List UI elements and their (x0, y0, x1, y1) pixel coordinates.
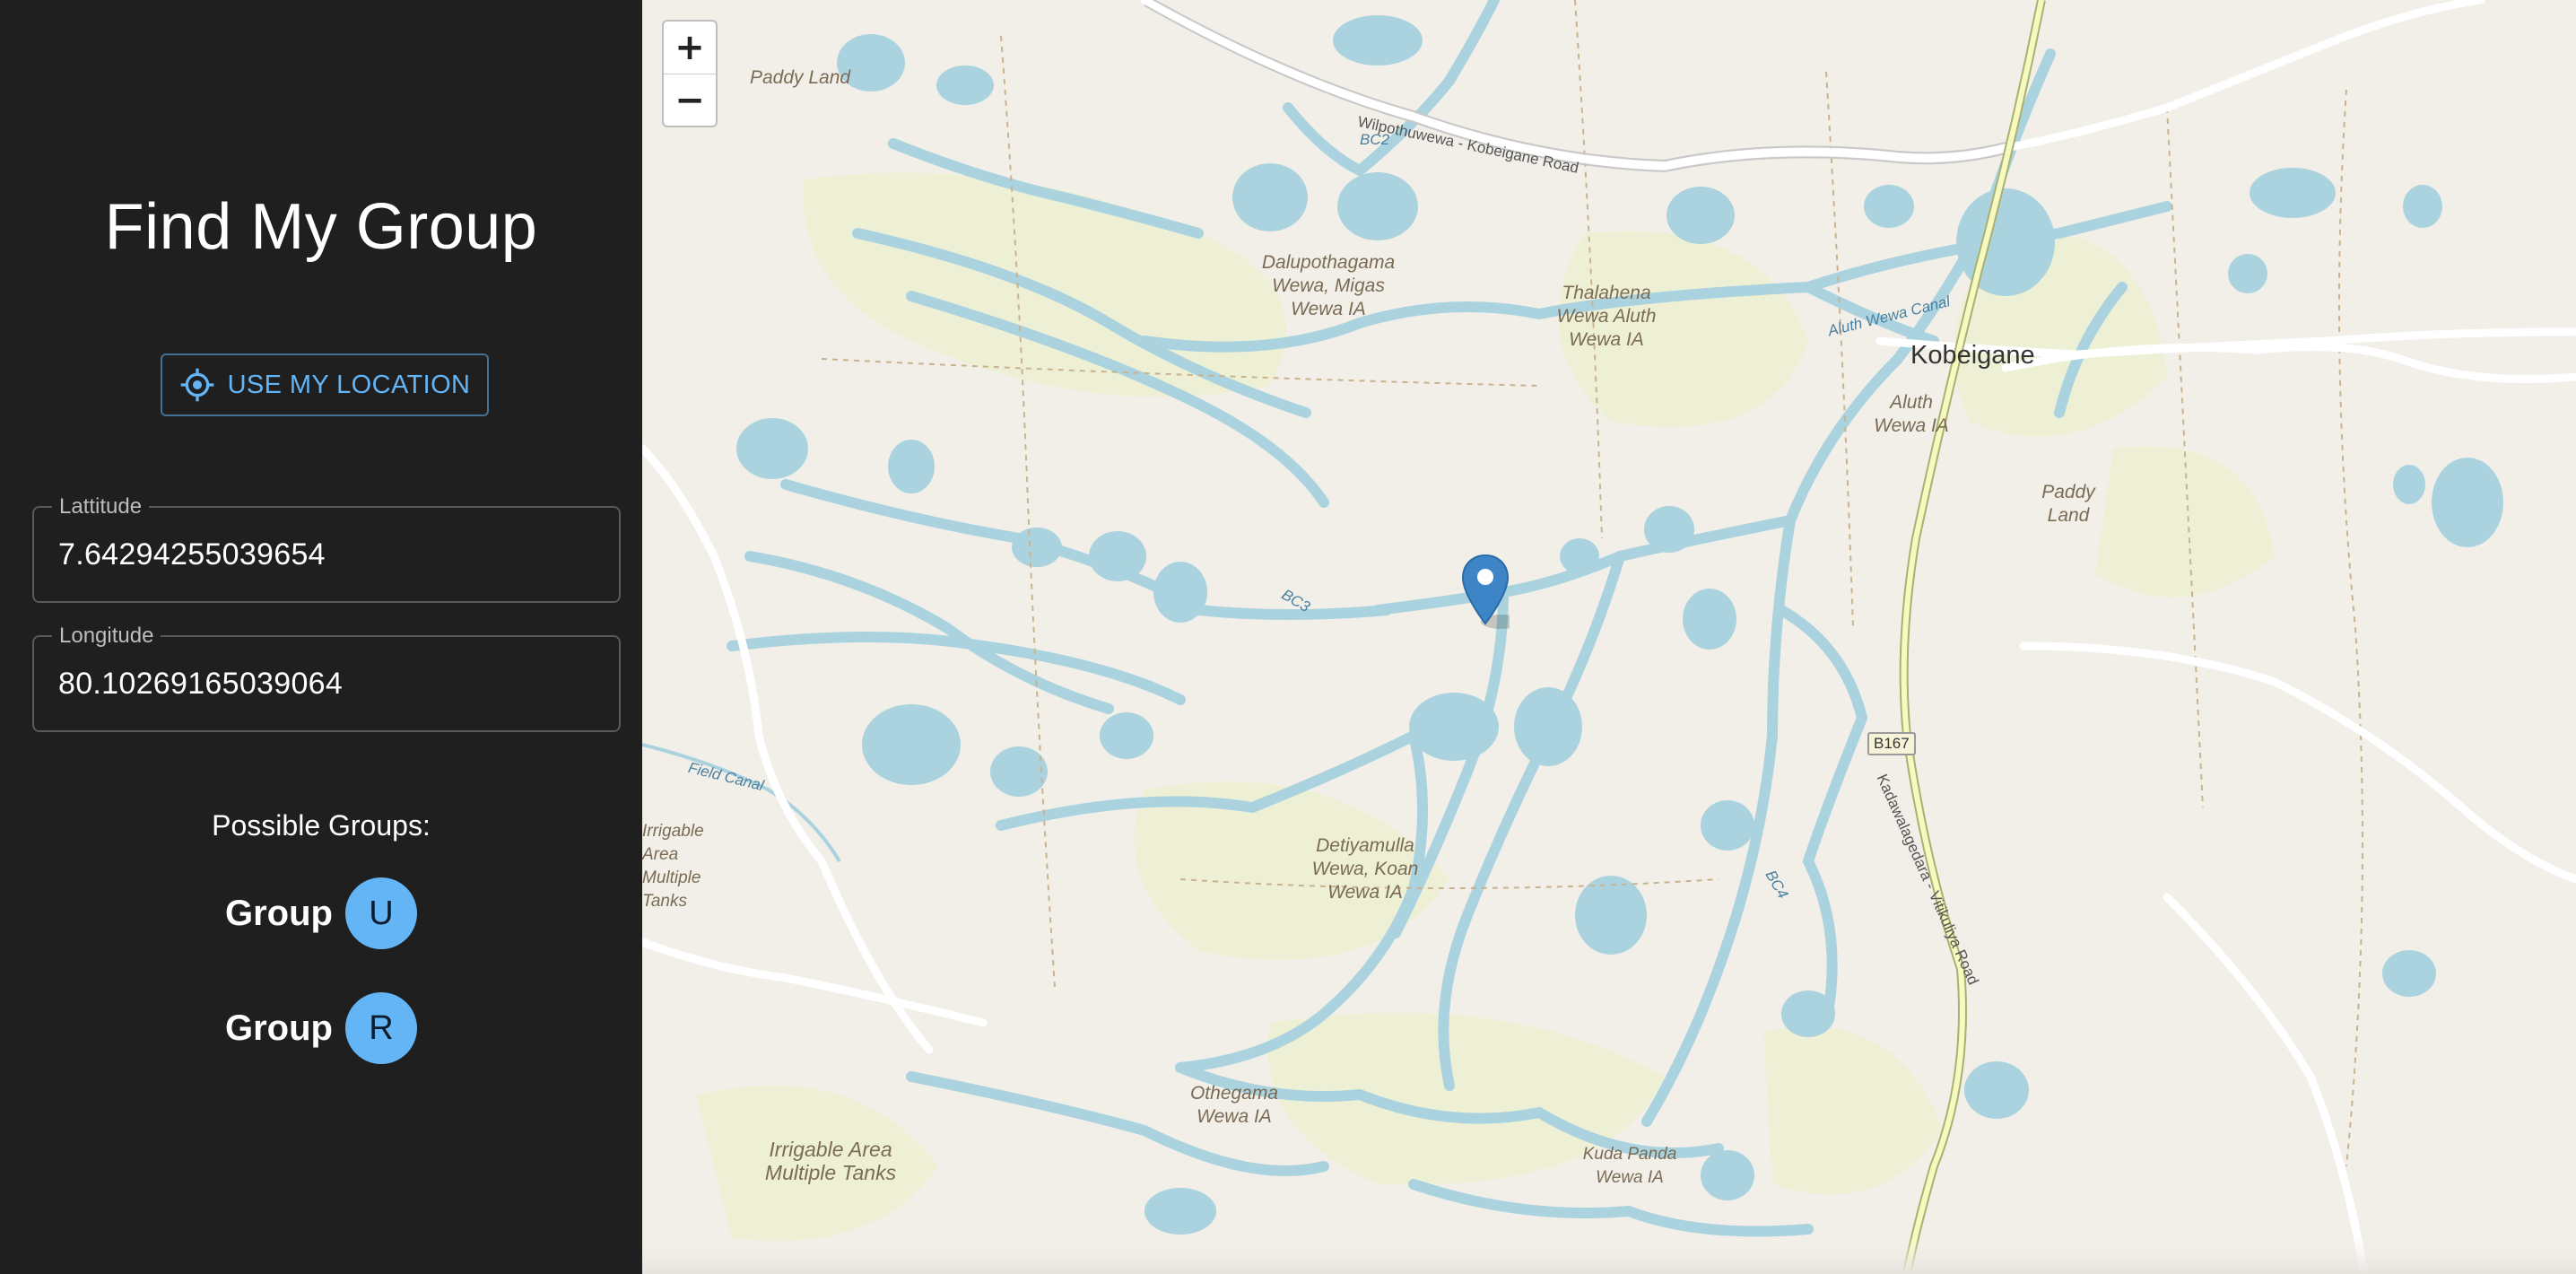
group-text: Group (225, 1008, 333, 1048)
map-pin-icon[interactable] (1461, 554, 1510, 629)
zoom-in-button[interactable]: + (664, 22, 716, 74)
road-outlines (1144, 0, 2006, 173)
group-item-r: Group R (0, 992, 642, 1064)
route-shield: B167 (1867, 732, 1916, 755)
sidebar: Find My Group USE MY LOCATION Lattitude … (0, 0, 642, 1274)
map-label-detiyamulla: Detiyamulla Wewa, Koan Wewa IA (1311, 835, 1419, 903)
map-label-kuda-panda: Kuda Panda Wewa IA (1582, 1145, 1677, 1187)
app: Find My Group USE MY LOCATION Lattitude … (0, 0, 2576, 1274)
town-label-kobeigane: Kobeigane (1910, 341, 2035, 370)
map-label-thalahena: Thalahena Wewa Aluth Wewa IA (1556, 283, 1657, 350)
group-badge: R (344, 992, 417, 1064)
use-my-location-label: USE MY LOCATION (227, 370, 471, 399)
page-title: Find My Group (104, 191, 538, 263)
canal-label-bc2: BC2 (1360, 131, 1390, 148)
map-label-irrigable-area: Irrigable Area Multiple Tanks (642, 822, 704, 911)
map-view[interactable]: Paddy Land Paddy Land Dalupothagama Wewa… (642, 0, 2576, 1274)
map-label-othegama: Othegama Wewa IA (1189, 1083, 1279, 1127)
map-label-paddy-land: Paddy Land (750, 67, 851, 88)
use-my-location-button[interactable]: USE MY LOCATION (161, 353, 489, 416)
map-label-paddy-land: Paddy Land (2041, 482, 2095, 526)
latitude-field[interactable]: Lattitude 7.64294255039654 (32, 494, 621, 603)
group-item-u: Group U (0, 877, 642, 949)
map-label-aluth-wewa: Aluth Wewa IA (1874, 392, 1949, 436)
group-badge: U (344, 877, 417, 949)
latitude-value[interactable]: 7.64294255039654 (58, 508, 326, 601)
longitude-field[interactable]: Longitude 80.10269165039064 (32, 624, 621, 732)
zoom-control: + − (662, 20, 718, 127)
possible-groups-label: Possible Groups: (212, 809, 431, 842)
group-text: Group (225, 893, 333, 933)
crosshair-icon (180, 368, 213, 402)
zoom-out-button[interactable]: − (664, 74, 716, 127)
longitude-value[interactable]: 80.10269165039064 (58, 637, 343, 730)
map-label-irrigable-area: Irrigable Area Multiple Tanks (764, 1138, 897, 1184)
map-tiles (642, 0, 2576, 1274)
map-label-dalupothagama: Dalupothagama Wewa, Migas Wewa IA (1261, 252, 1396, 319)
